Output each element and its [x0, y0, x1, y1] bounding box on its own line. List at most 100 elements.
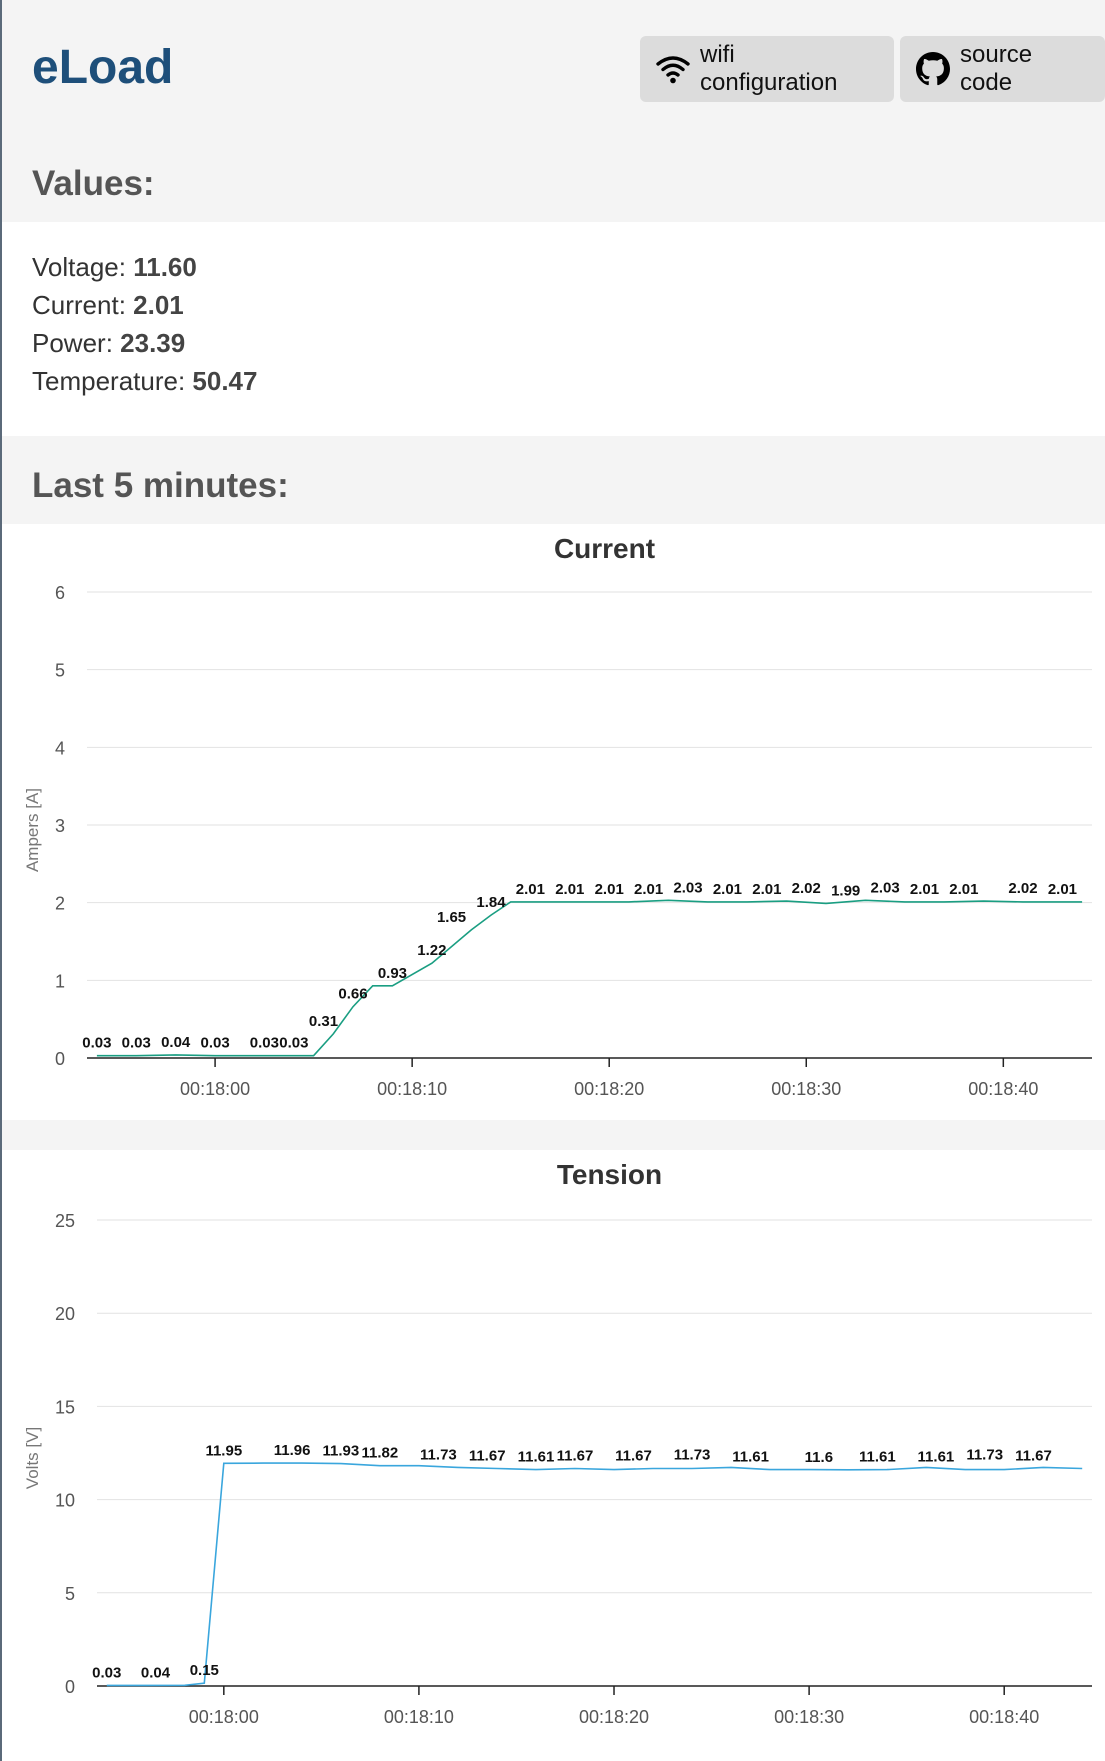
x-tick-label: 00:18:00 — [180, 1079, 250, 1099]
data-label: 2.01 — [595, 881, 624, 898]
data-label: 11.73 — [966, 1446, 1003, 1463]
voltage-row: Voltage: 11.60 — [32, 248, 257, 286]
history-section-title: Last 5 minutes: — [32, 466, 289, 505]
y-tick-label: 15 — [55, 1397, 75, 1417]
data-label: 0.04 — [161, 1034, 191, 1051]
values-section-header: Values: — [2, 130, 1105, 222]
data-label: 11.67 — [1015, 1447, 1052, 1464]
y-tick-label: 5 — [55, 661, 65, 681]
chart-title: Tension — [557, 1159, 662, 1190]
data-label: 2.03 — [673, 879, 702, 896]
y-tick-label: 2 — [55, 894, 65, 914]
data-label: 11.67 — [469, 1447, 506, 1464]
data-label: 11.61 — [732, 1449, 769, 1466]
y-axis-label: Ampers [A] — [23, 788, 42, 872]
current-row: Current: 2.01 — [32, 286, 257, 324]
wifi-configuration-label: wifi configuration — [700, 41, 838, 96]
data-label: 0.93 — [378, 965, 407, 982]
series-line — [106, 1462, 1083, 1687]
y-tick-label: 25 — [55, 1211, 75, 1231]
data-label: 1.99 — [831, 882, 860, 899]
values-list: Voltage: 11.60 Current: 2.01 Power: 23.3… — [32, 248, 257, 400]
header-bar: eLoad wifi configuration source code — [2, 0, 1105, 130]
data-label: 0.04 — [141, 1664, 171, 1681]
data-label: 2.01 — [752, 881, 781, 898]
current-label: Current: — [32, 290, 134, 320]
power-value: 23.39 — [120, 328, 186, 358]
x-tick-label: 00:18:20 — [579, 1707, 649, 1727]
data-label: 2.01 — [713, 881, 742, 898]
y-tick-label: 0 — [55, 1049, 65, 1069]
y-tick-label: 0 — [65, 1677, 75, 1697]
data-label: 11.82 — [362, 1445, 399, 1462]
y-tick-label: 3 — [55, 816, 65, 836]
history-section-header: Last 5 minutes: — [2, 436, 1105, 524]
current-chart-svg: Current 0 1 2 3 4 5 6 00:18:00 00:18:10 00:18:20 00… — [23, 533, 1092, 1099]
tension-chart: Tension 0 5 10 15 20 25 00:18:00 00:18:10 00:18:2… — [2, 1150, 1105, 1755]
temperature-row: Temperature: 50.47 — [32, 362, 257, 400]
y-tick-label: 6 — [55, 583, 65, 603]
y-tick-label: 4 — [55, 738, 65, 758]
data-label: 1.22 — [417, 942, 446, 959]
x-tick-label: 00:18:20 — [574, 1079, 644, 1099]
data-label: 11.61 — [518, 1449, 555, 1466]
wifi-configuration-button[interactable]: wifi configuration — [640, 36, 894, 102]
x-tick-label: 00:18:40 — [968, 1079, 1038, 1099]
data-label: 0.03 — [279, 1035, 308, 1052]
data-label: 0.31 — [309, 1013, 338, 1030]
data-label: 11.6 — [805, 1449, 833, 1466]
data-label: 11.61 — [859, 1449, 896, 1466]
data-label: 2.01 — [949, 881, 978, 898]
x-tick-label: 00:18:40 — [969, 1707, 1039, 1727]
data-label: 11.96 — [274, 1442, 311, 1459]
data-label: 11.93 — [323, 1443, 360, 1460]
data-label: 0.15 — [190, 1662, 219, 1679]
source-code-label: source code — [960, 41, 1033, 96]
x-tick-label: 00:18:30 — [774, 1707, 844, 1727]
data-label: 11.67 — [557, 1447, 594, 1464]
y-tick-label: 1 — [55, 971, 65, 991]
chart-separator — [2, 1120, 1105, 1150]
chart-title: Current — [554, 533, 655, 564]
data-label: 0.03 — [200, 1035, 229, 1052]
series-line — [96, 899, 1083, 1057]
data-label: 11.95 — [205, 1442, 242, 1459]
source-code-button[interactable]: source code — [900, 36, 1105, 102]
current-value: 2.01 — [133, 290, 184, 320]
y-tick-label: 20 — [55, 1304, 75, 1324]
data-label: 11.73 — [674, 1446, 711, 1463]
data-label: 2.01 — [516, 881, 545, 898]
data-label: 1.84 — [476, 894, 506, 911]
voltage-label: Voltage: — [32, 252, 134, 282]
github-icon — [916, 52, 950, 86]
values-section-title: Values: — [32, 164, 155, 203]
data-label: 11.73 — [420, 1446, 457, 1463]
temperature-value: 50.47 — [192, 366, 258, 396]
y-tick-label: 5 — [65, 1584, 75, 1604]
data-label: 0.03 — [122, 1035, 151, 1052]
tension-chart-svg: Tension 0 5 10 15 20 25 00:18:00 00:18:10 00:18:2… — [23, 1159, 1092, 1727]
data-label: 2.02 — [1008, 880, 1037, 897]
temperature-label: Temperature: — [32, 366, 193, 396]
data-label: 2.03 — [870, 879, 899, 896]
y-axis-label: Volts [V] — [23, 1427, 42, 1489]
current-chart: Current 0 1 2 3 4 5 6 00:18:00 00:18:10 00:18:20 00… — [2, 524, 1105, 1120]
data-label: 0.03 — [92, 1664, 121, 1681]
data-label: 2.01 — [555, 881, 584, 898]
x-tick-label: 00:18:30 — [771, 1079, 841, 1099]
data-label: 2.02 — [792, 880, 821, 897]
power-row: Power: 23.39 — [32, 324, 257, 362]
x-tick-label: 00:18:00 — [189, 1707, 259, 1727]
data-label: 1.65 — [437, 909, 466, 926]
data-label: 0.66 — [338, 986, 367, 1003]
y-tick-label: 10 — [55, 1491, 75, 1511]
data-label: 0.03 — [82, 1035, 111, 1052]
data-label: 11.61 — [918, 1449, 955, 1466]
wifi-icon — [656, 54, 690, 84]
data-label: 2.01 — [910, 881, 939, 898]
power-label: Power: — [32, 328, 121, 358]
x-tick-label: 00:18:10 — [384, 1707, 454, 1727]
app-title: eLoad — [32, 41, 174, 94]
data-label: 0.03 — [250, 1035, 279, 1052]
x-tick-label: 00:18:10 — [377, 1079, 447, 1099]
